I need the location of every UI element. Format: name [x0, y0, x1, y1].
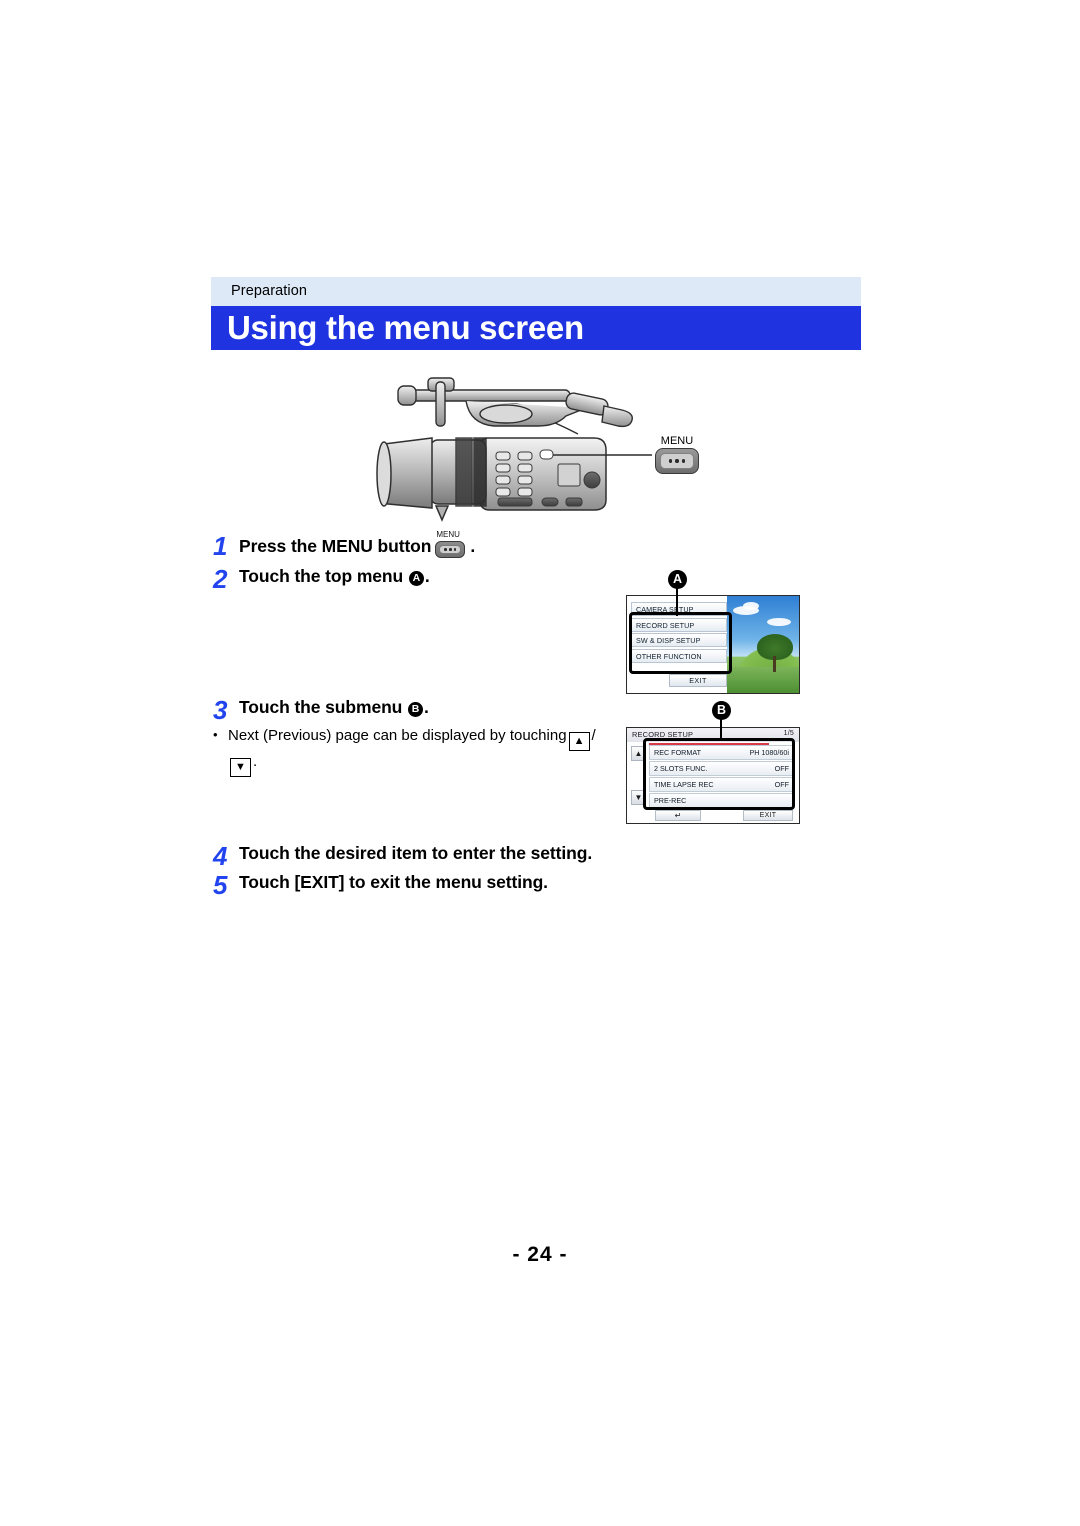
marker-a-inline: A — [408, 571, 424, 586]
menu-icon-label: MENU — [436, 530, 460, 539]
submenu-scroll-down-button[interactable]: ▼ — [631, 790, 646, 805]
submenu-page-indicator: 1/5 — [783, 730, 794, 737]
step-3-text: Touch the submenu B. — [239, 697, 429, 717]
scroll-down-key-icon: ▼ — [230, 758, 251, 777]
top-menu-list: CAMERA SETUP RECORD SETUP SW & DISP SETU… — [631, 602, 727, 664]
note-text-before: Next (Previous) page can be displayed by… — [228, 727, 567, 744]
marker-a: A — [668, 570, 687, 589]
step-4-number: 4 — [213, 841, 228, 871]
step-4-text: Touch the desired item to enter the sett… — [239, 843, 593, 863]
menu-item-record-setup[interactable]: RECORD SETUP — [631, 617, 727, 632]
step-4: 4 Touch the desired item to enter the se… — [213, 843, 592, 869]
submenu-row-value: OFF — [774, 764, 789, 773]
submenu-row-pre-rec[interactable]: PRE-REC — [649, 793, 794, 808]
manual-page: Preparation Using the menu screen MENU 1… — [0, 0, 1080, 1526]
submenu-row-value: PH 1080/60i — [749, 748, 789, 757]
step-1: 1 Press the MENU button MENU . — [213, 530, 476, 561]
step-3: 3 Touch the submenu B. — [213, 697, 429, 723]
step-2-label: Touch the top menu — [239, 566, 404, 586]
page-title-bar: Using the menu screen — [211, 306, 861, 350]
leader-line-a — [676, 588, 678, 616]
step-3-note: • Next (Previous) page can be displayed … — [213, 725, 633, 777]
step-3-label: Touch the submenu — [239, 697, 403, 717]
step-3-suffix: . — [424, 697, 429, 717]
step-1-text: Press the MENU button MENU . — [239, 530, 476, 559]
step-5-text: Touch [EXIT] to exit the menu setting. — [239, 872, 548, 892]
tree-trunk — [773, 656, 776, 672]
submenu-row-time-lapse-rec[interactable]: TIME LAPSE REC OFF — [649, 777, 794, 792]
submenu-list: REC FORMAT PH 1080/60i 2 SLOTS FUNC. OFF… — [649, 745, 794, 809]
step-1-suffix: . — [470, 536, 476, 556]
menu-item-sw-disp-setup[interactable]: SW & DISP SETUP — [631, 633, 727, 647]
submenu-row-label: TIME LAPSE REC — [654, 780, 714, 789]
leader-line-b — [720, 719, 722, 741]
step-2: 2 Touch the top menu A. — [213, 566, 430, 592]
step-2-number: 2 — [213, 564, 228, 594]
note-bullet: • — [213, 727, 218, 742]
section-label: Preparation — [231, 283, 308, 299]
submenu-row-rec-format[interactable]: REC FORMAT PH 1080/60i — [649, 745, 794, 760]
menu-button-callout: MENU — [655, 435, 699, 474]
step-1-number: 1 — [213, 531, 228, 561]
submenu-row-value: OFF — [774, 780, 789, 789]
menu-button-icon: MENU — [435, 530, 469, 559]
submenu-row-label: PRE-REC — [654, 796, 687, 805]
note-text-after: . — [253, 753, 258, 770]
menu-button-icon — [655, 448, 699, 474]
step-2-suffix: . — [424, 566, 430, 586]
step-2-text: Touch the top menu A. — [239, 566, 430, 586]
marker-b-inline: B — [408, 702, 424, 717]
page-number: - 24 - — [512, 1243, 568, 1266]
menu-item-other-function[interactable]: OTHER FUNCTION — [631, 648, 727, 663]
step-5: 5 Touch [EXIT] to exit the menu setting. — [213, 872, 548, 898]
step-3-number: 3 — [213, 695, 228, 725]
step-1-label: Press the MENU button — [239, 536, 432, 556]
note-separator: / — [591, 727, 596, 744]
page-title: Using the menu screen — [227, 309, 584, 346]
lcd-background-photo — [727, 596, 799, 693]
submenu-row-2-slots-func[interactable]: 2 SLOTS FUNC. OFF — [649, 761, 794, 776]
submenu-row-label: 2 SLOTS FUNC. — [654, 764, 708, 773]
top-menu-exit-button[interactable]: EXIT — [669, 674, 727, 687]
marker-b: B — [712, 701, 731, 720]
grass — [727, 667, 799, 693]
menu-callout-label: MENU — [660, 435, 694, 447]
submenu-title-bar: RECORD SETUP 1/5 — [627, 728, 799, 742]
section-band: Preparation — [211, 277, 861, 306]
submenu-screen: RECORD SETUP 1/5 ▲ ▼ REC FORMAT PH 1080/… — [626, 727, 800, 824]
top-menu-screen: CAMERA SETUP RECORD SETUP SW & DISP SETU… — [626, 595, 800, 694]
note-text: Next (Previous) page can be displayed by… — [228, 725, 633, 777]
menu-item-camera-setup[interactable]: CAMERA SETUP — [631, 602, 727, 616]
submenu-return-button[interactable]: ↵ — [655, 810, 701, 821]
step-5-number: 5 — [213, 870, 228, 900]
submenu-title: RECORD SETUP — [632, 730, 694, 739]
submenu-row-label: REC FORMAT — [654, 748, 701, 757]
submenu-exit-button[interactable]: EXIT — [743, 810, 793, 821]
scroll-up-key-icon: ▲ — [568, 732, 590, 751]
submenu-scroll-up-button[interactable]: ▲ — [631, 746, 646, 761]
